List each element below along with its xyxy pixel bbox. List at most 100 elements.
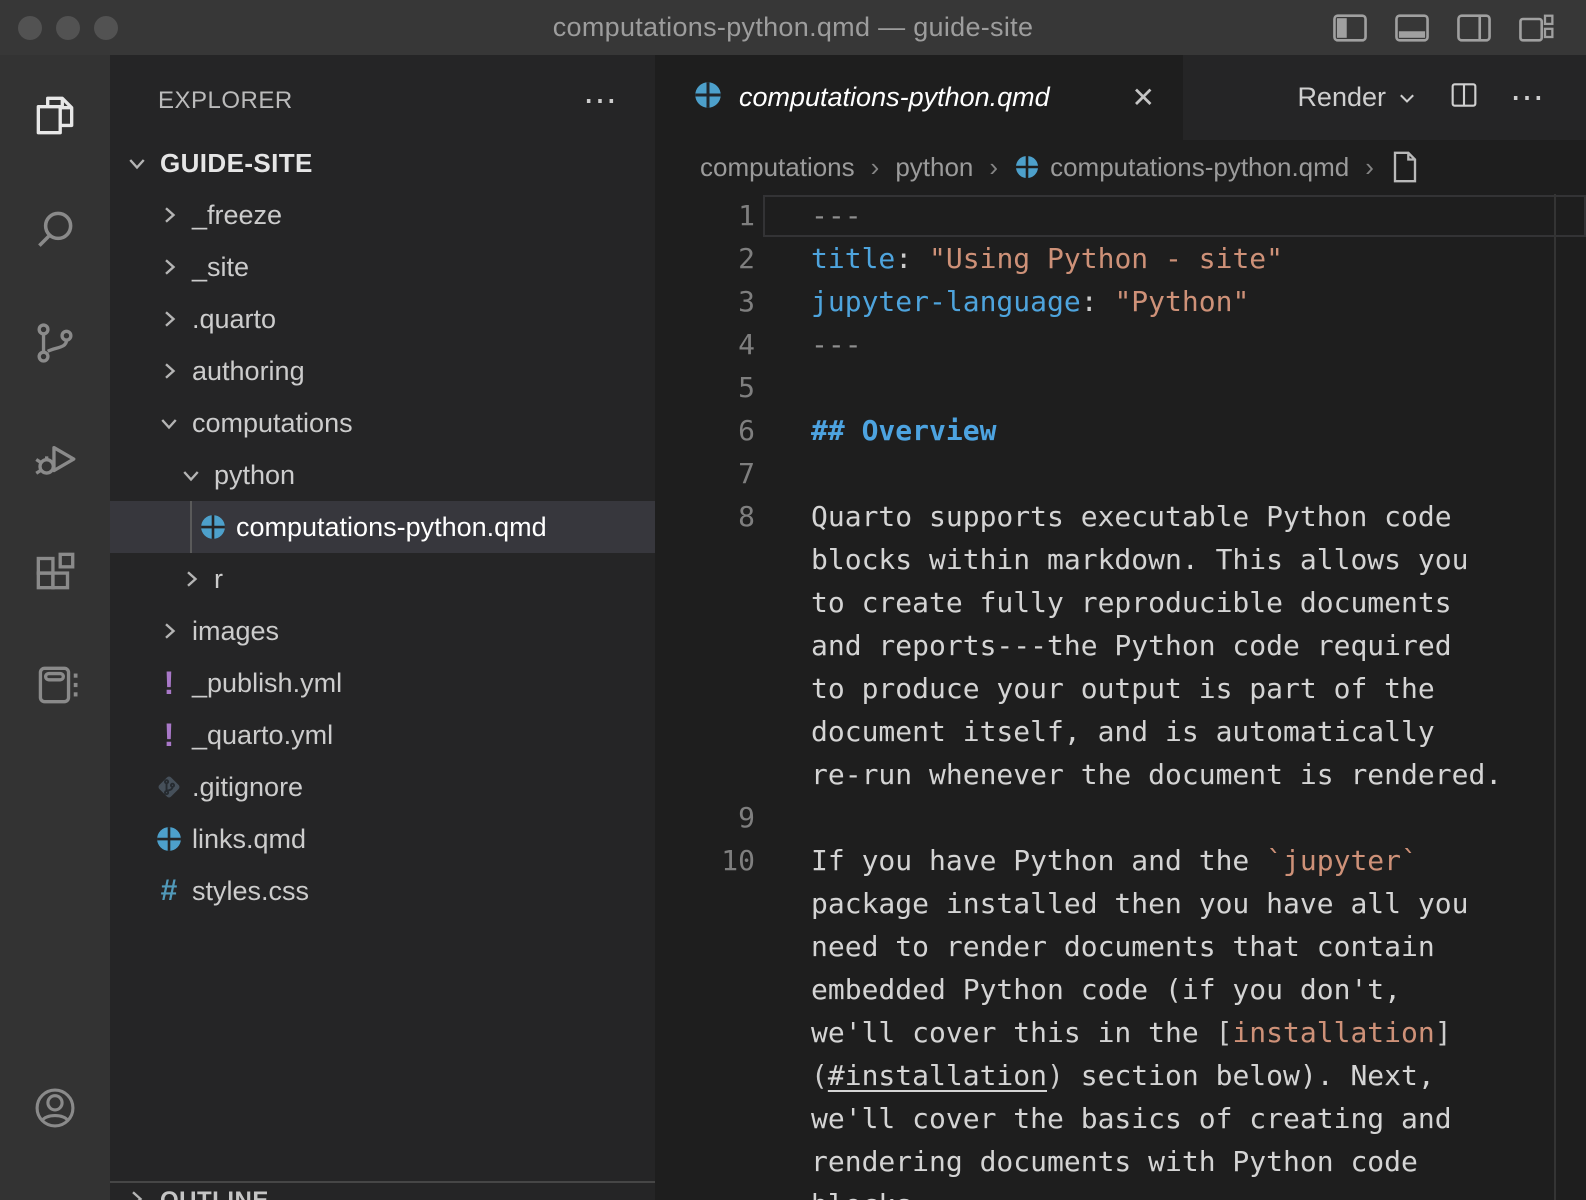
explorer-more-actions-icon[interactable]: ⋯: [583, 91, 617, 111]
chevron-right-icon: [157, 619, 181, 643]
code-line-wrap[interactable]: we'll cover this in the [installation]: [811, 1011, 1586, 1054]
line-number-8[interactable]: 8: [655, 495, 755, 538]
toggle-secondary-sidebar-icon[interactable]: [1456, 12, 1492, 44]
file-tree: GUIDE-SITE_freeze_site.quartoauthoringco…: [110, 137, 655, 917]
activity-bar: [0, 55, 110, 1200]
tab-label: computations-python.qmd: [739, 82, 1050, 113]
tree-item--freeze[interactable]: _freeze: [110, 189, 655, 241]
line-number-6[interactable]: 6: [655, 409, 755, 452]
outline-section-header[interactable]: OUTLINE: [110, 1181, 655, 1200]
code-line-wrap[interactable]: re-run whenever the document is rendered…: [811, 753, 1586, 796]
tree-item-guide-site[interactable]: GUIDE-SITE: [110, 137, 655, 189]
code-line-wrap[interactable]: blocks within markdown. This allows you: [811, 538, 1586, 581]
line-number-1[interactable]: 1: [655, 194, 755, 237]
tree-item-computations[interactable]: computations: [110, 397, 655, 449]
code-line-wrap[interactable]: document itself, and is automatically: [811, 710, 1586, 753]
code-editor[interactable]: 12345678910 ---title: "Using Python - si…: [655, 194, 1586, 1200]
code-line-2[interactable]: title: "Using Python - site": [811, 237, 1586, 280]
breadcrumb-item-file[interactable]: computations-python.qmd: [1014, 152, 1349, 183]
line-number-wrap: [655, 1011, 755, 1054]
code-line-4[interactable]: ---: [811, 323, 1586, 366]
line-number-5[interactable]: 5: [655, 366, 755, 409]
tree-item-images[interactable]: images: [110, 605, 655, 657]
tree-item-links-qmd[interactable]: links.qmd: [110, 813, 655, 865]
explorer-icon[interactable]: [30, 90, 80, 140]
code-line-9[interactable]: [811, 796, 1586, 839]
toggle-panel-icon[interactable]: [1394, 12, 1430, 44]
code-line-wrap[interactable]: need to render documents that contain: [811, 925, 1586, 968]
tree-item--gitignore[interactable]: .gitignore: [110, 761, 655, 813]
code-segment: (: [811, 1059, 828, 1092]
code-line-5[interactable]: [811, 366, 1586, 409]
tree-item-styles-css[interactable]: #styles.css: [110, 865, 655, 917]
line-number-10[interactable]: 10: [655, 839, 755, 882]
render-button[interactable]: Render: [1297, 82, 1418, 113]
source-control-icon[interactable]: [30, 318, 80, 368]
code-line-wrap[interactable]: to produce your output is part of the: [811, 667, 1586, 710]
tree-item--site[interactable]: _site: [110, 241, 655, 293]
breadcrumb-symbol-icon[interactable]: [1390, 150, 1420, 184]
line-number-wrap: [655, 1054, 755, 1097]
tree-item-r[interactable]: r: [110, 553, 655, 605]
code-line-wrap[interactable]: embedded Python code (if you don't,: [811, 968, 1586, 1011]
code-line-8[interactable]: Quarto supports executable Python code: [811, 495, 1586, 538]
chevron-down-icon: [1396, 87, 1418, 109]
code-segment: :: [895, 242, 912, 275]
line-number-2[interactable]: 2: [655, 237, 755, 280]
code-segment: installation: [1232, 1016, 1434, 1049]
editor-more-actions-icon[interactable]: ⋯: [1510, 78, 1548, 118]
extensions-icon[interactable]: [30, 546, 80, 596]
indent-guide: [190, 501, 192, 553]
code-line-wrap[interactable]: we'll cover the basics of creating and: [811, 1097, 1586, 1140]
code-line-wrap[interactable]: (#installation) section below). Next,: [811, 1054, 1586, 1097]
line-number-4[interactable]: 4: [655, 323, 755, 366]
run-and-debug-icon[interactable]: [30, 432, 80, 482]
code-line-7[interactable]: [811, 452, 1586, 495]
code-segment: If you have Python and the: [811, 844, 1266, 877]
line-number-7[interactable]: 7: [655, 452, 755, 495]
code-content[interactable]: ---title: "Using Python - site"jupyter-l…: [811, 194, 1586, 1200]
tree-item-label: .quarto: [192, 304, 276, 335]
tree-item--publish-yml[interactable]: !_publish.yml: [110, 657, 655, 709]
tree-item--quarto-yml[interactable]: !_quarto.yml: [110, 709, 655, 761]
tree-item-authoring[interactable]: authoring: [110, 345, 655, 397]
line-number-wrap: [655, 925, 755, 968]
split-editor-icon[interactable]: [1448, 79, 1480, 116]
line-number-3[interactable]: 3: [655, 280, 755, 323]
code-line-wrap[interactable]: and reports---the Python code required: [811, 624, 1586, 667]
breadcrumb-item-computations[interactable]: computations: [700, 152, 855, 183]
css-file-icon: #: [161, 874, 178, 908]
code-segment: :: [1081, 285, 1098, 318]
code-segment: ---: [811, 328, 862, 361]
account-icon[interactable]: [30, 1083, 80, 1133]
code-line-wrap[interactable]: blocks.: [811, 1183, 1586, 1200]
yaml-file-icon: !: [164, 665, 175, 702]
code-line-10[interactable]: If you have Python and the `jupyter`: [811, 839, 1586, 882]
settings-gear-icon[interactable]: [30, 1192, 80, 1200]
titlebar: computations-python.qmd — guide-site: [0, 0, 1586, 55]
notebook-icon[interactable]: [30, 660, 80, 710]
breadcrumb-item-python[interactable]: python: [895, 152, 973, 183]
toggle-primary-sidebar-icon[interactable]: [1332, 12, 1368, 44]
code-segment: ## Overview: [811, 414, 996, 447]
code-line-3[interactable]: jupyter-language: "Python": [811, 280, 1586, 323]
code-line-wrap[interactable]: package installed then you have all you: [811, 882, 1586, 925]
code-segment: we'll cover the basics of creating and: [811, 1102, 1452, 1135]
code-line-1[interactable]: ---: [811, 194, 1586, 237]
vscode-window: computations-python.qmd — guide-site: [0, 0, 1586, 1200]
line-number-9[interactable]: 9: [655, 796, 755, 839]
code-segment: package installed then you have all you: [811, 887, 1468, 920]
code-line-6[interactable]: ## Overview: [811, 409, 1586, 452]
tab-computations-python[interactable]: computations-python.qmd ✕: [655, 55, 1183, 140]
code-segment: [: [1216, 1016, 1233, 1049]
code-line-wrap[interactable]: to create fully reproducible documents: [811, 581, 1586, 624]
customize-layout-icon[interactable]: [1518, 12, 1554, 44]
close-tab-icon[interactable]: ✕: [1132, 81, 1155, 114]
code-line-wrap[interactable]: rendering documents with Python code: [811, 1140, 1586, 1183]
tree-item--quarto[interactable]: .quarto: [110, 293, 655, 345]
code-segment: re-run whenever the document is rendered…: [811, 758, 1502, 791]
line-number-gutter[interactable]: 12345678 910: [655, 194, 755, 1200]
tree-item-python[interactable]: python: [110, 449, 655, 501]
search-icon[interactable]: [30, 204, 80, 254]
tree-item-computations-python-qmd[interactable]: computations-python.qmd: [110, 501, 655, 553]
